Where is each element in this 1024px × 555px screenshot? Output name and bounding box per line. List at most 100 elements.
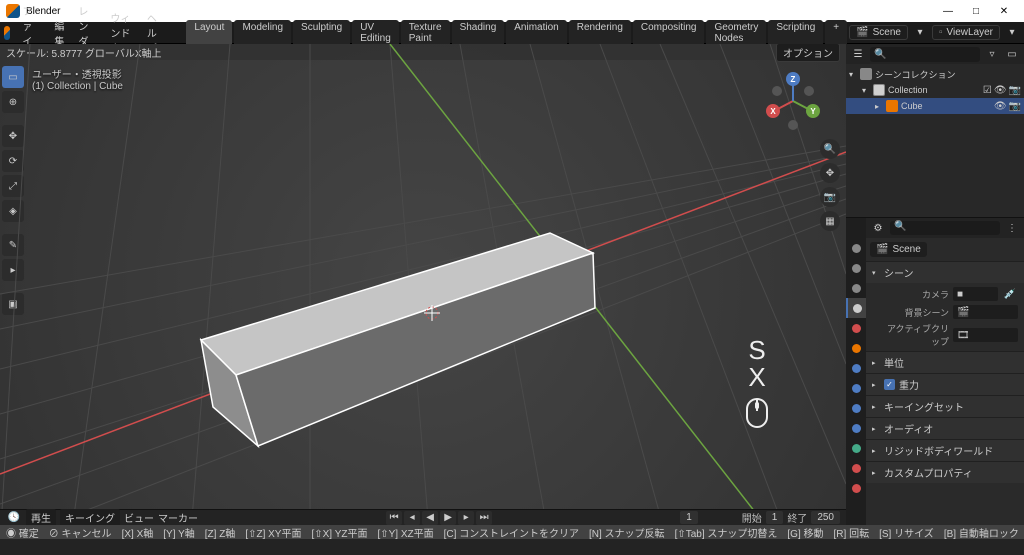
outliner-search[interactable]: 🔍 — [870, 47, 980, 62]
prop-tab-scene[interactable] — [846, 298, 866, 318]
prop-tab-modifier[interactable] — [846, 358, 866, 378]
prop-tab-constraint[interactable] — [846, 418, 866, 438]
gizmo-nx[interactable] — [804, 86, 814, 96]
maximize-button[interactable]: □ — [962, 1, 990, 21]
render-icon[interactable]: 📷 — [1009, 101, 1021, 112]
tool-move[interactable]: ✥ — [2, 125, 24, 147]
prop-tab-physics[interactable] — [846, 398, 866, 418]
tool-addcube[interactable]: ▣ — [2, 293, 24, 315]
tool-annotate[interactable]: ✎ — [2, 234, 24, 256]
options-dropdown[interactable]: オプション — [776, 44, 840, 62]
tree-collection[interactable]: ▾Collection ☑👁📷 — [846, 82, 1024, 98]
marker-menu[interactable]: マーカー — [158, 510, 198, 525]
panel-keying[interactable]: ▸キーイングセット — [866, 396, 1024, 417]
outliner-editor-icon[interactable]: ☰ — [850, 46, 866, 62]
tool-select[interactable]: ▭ — [2, 66, 24, 88]
prop-tab-object[interactable] — [846, 338, 866, 358]
tab-rendering[interactable]: Rendering — [569, 20, 631, 46]
eyedrop-icon[interactable]: 💉 — [1002, 286, 1018, 302]
tool-cursor[interactable]: ⊕ — [2, 91, 24, 113]
app-icon[interactable] — [4, 26, 10, 40]
new-coll-icon[interactable]: ▭ — [1004, 46, 1020, 62]
tab-geonodes[interactable]: Geometry Nodes — [706, 20, 766, 46]
persp-ortho-icon[interactable]: ▦ — [820, 211, 840, 231]
filter-icon[interactable]: ▿ — [984, 46, 1000, 62]
eye-icon[interactable]: 👁 — [994, 101, 1007, 112]
tab-modeling[interactable]: Modeling — [234, 20, 291, 46]
next-key-icon[interactable]: ▸ — [458, 511, 474, 525]
panel-gravity[interactable]: ▸✓重力 — [866, 374, 1024, 395]
prop-tab-output[interactable] — [846, 258, 866, 278]
jump-end-icon[interactable]: ⏭ — [476, 511, 492, 525]
clip-field[interactable]: 🎞 — [953, 328, 1018, 342]
tool-transform[interactable]: ◈ — [2, 200, 24, 222]
tab-shading[interactable]: Shading — [452, 20, 505, 46]
prop-tab-texture[interactable] — [846, 478, 866, 498]
jump-start-icon[interactable]: ⏮ — [386, 511, 402, 525]
panel-units[interactable]: ▸単位 — [866, 352, 1024, 373]
bgscene-field[interactable]: 🎬 — [953, 305, 1018, 319]
props-editor-icon[interactable]: ⚙ — [870, 220, 886, 236]
new-viewlayer-button[interactable]: ▾ — [1004, 25, 1020, 41]
gizmo-y[interactable]: Y — [806, 104, 820, 118]
panel-custom[interactable]: ▸カスタムプロパティ — [866, 462, 1024, 483]
viewlayer-selector[interactable]: ▫ViewLayer — [932, 25, 1000, 40]
prop-tab-render[interactable] — [846, 238, 866, 258]
tab-sculpting[interactable]: Sculpting — [293, 20, 350, 46]
exclude-icon[interactable]: ☑ — [983, 85, 992, 96]
props-pin-icon[interactable]: ⋮ — [1004, 220, 1020, 236]
panel-scene[interactable]: ▾シーン — [866, 262, 1024, 283]
zoom-icon[interactable]: 🔍 — [820, 139, 840, 159]
tab-animation[interactable]: Animation — [506, 20, 566, 46]
tool-scale[interactable]: ⤢ — [2, 175, 24, 197]
start-frame[interactable]: 1 — [766, 511, 784, 524]
start-label: 開始 — [742, 510, 762, 525]
tool-measure[interactable]: ▸ — [2, 259, 24, 281]
close-button[interactable]: ✕ — [990, 1, 1018, 21]
tab-scripting[interactable]: Scripting — [768, 20, 823, 46]
tool-rotate[interactable]: ⟳ — [2, 150, 24, 172]
workspace-tabs: Layout Modeling Sculpting UV Editing Tex… — [186, 20, 847, 46]
props-search[interactable]: 🔍 — [890, 221, 1000, 235]
view-menu[interactable]: ビュー — [124, 510, 154, 525]
panel-audio[interactable]: ▸オーディオ — [866, 418, 1024, 439]
playback-menu[interactable]: 再生 — [26, 509, 56, 525]
prev-key-icon[interactable]: ◂ — [404, 511, 420, 525]
end-frame[interactable]: 250 — [811, 511, 840, 524]
gizmo-z[interactable]: Z — [786, 72, 800, 86]
prop-tab-particle[interactable] — [846, 378, 866, 398]
tab-texpaint[interactable]: Texture Paint — [401, 20, 450, 46]
props-breadcrumb[interactable]: 🎬Scene — [870, 242, 927, 257]
tab-compositing[interactable]: Compositing — [633, 20, 705, 46]
new-scene-button[interactable]: ▾ — [912, 25, 928, 41]
menu-edit[interactable]: 編集 — [48, 18, 70, 48]
move-view-icon[interactable]: ✥ — [820, 163, 840, 183]
tree-cube[interactable]: ▸Cube 👁📷 — [846, 98, 1024, 114]
gravity-checkbox[interactable]: ✓ — [884, 379, 895, 390]
render-icon[interactable]: 📷 — [1009, 85, 1021, 96]
gizmo-x[interactable]: X — [766, 104, 780, 118]
camera-field[interactable]: ■ — [953, 287, 998, 301]
minimize-button[interactable]: — — [934, 1, 962, 21]
panel-rigid[interactable]: ▸リジッドボディワールド — [866, 440, 1024, 461]
gizmo-ny[interactable] — [772, 86, 782, 96]
current-frame[interactable]: 1 — [680, 511, 698, 524]
timeline-editor-icon[interactable]: 🕓 — [6, 510, 22, 526]
prop-tab-material[interactable] — [846, 458, 866, 478]
play-rev-icon[interactable]: ◀ — [422, 511, 438, 525]
nav-gizmo[interactable]: X Y Z — [764, 72, 822, 130]
gizmo-nz[interactable] — [788, 120, 798, 130]
prop-tab-viewlayer[interactable] — [846, 278, 866, 298]
eye-icon[interactable]: 👁 — [994, 85, 1007, 96]
tab-add[interactable]: + — [825, 20, 847, 46]
tree-scene-collection[interactable]: ▾シーンコレクション — [846, 66, 1024, 82]
scene-selector[interactable]: 🎬Scene — [849, 25, 908, 40]
prop-tab-world[interactable] — [846, 318, 866, 338]
viewport-3d[interactable]: スケール: 5.8777 グローバルX軸上 オプション ユーザー・透視投影 (1… — [0, 44, 846, 525]
camera-view-icon[interactable]: 📷 — [820, 187, 840, 207]
tab-layout[interactable]: Layout — [186, 20, 232, 46]
tab-uv[interactable]: UV Editing — [352, 20, 399, 46]
prop-tab-data[interactable] — [846, 438, 866, 458]
keying-menu[interactable]: キーイング — [60, 509, 120, 525]
play-icon[interactable]: ▶ — [440, 511, 456, 525]
